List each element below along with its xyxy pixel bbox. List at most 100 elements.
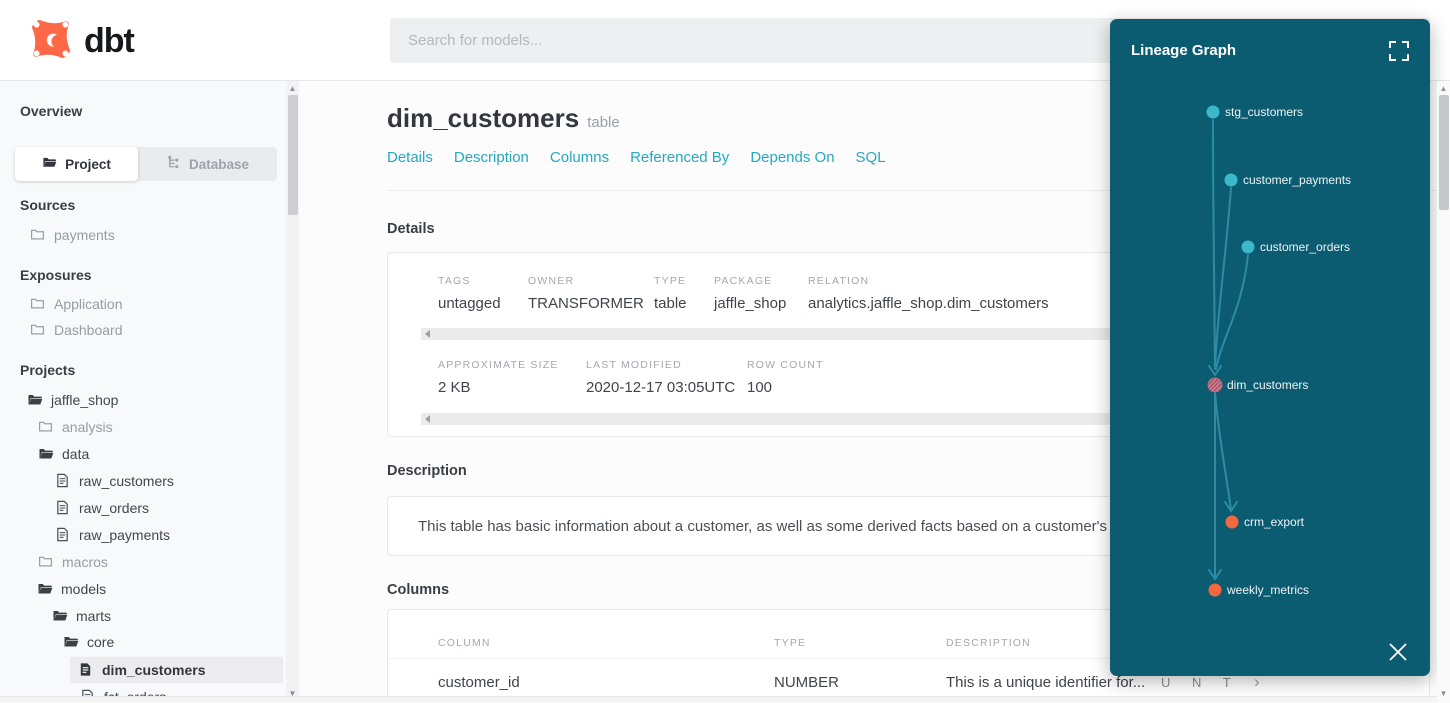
column-header: COLUMN — [438, 637, 491, 649]
scroll-left-icon[interactable] — [425, 330, 430, 338]
sources-heading: Sources — [20, 197, 75, 213]
sidebar: Overview Project Database Sources paymen… — [0, 81, 300, 703]
tab-database-label: Database — [189, 157, 249, 172]
field-label: RELATION — [808, 275, 1049, 287]
tab-description[interactable]: Description — [454, 149, 529, 166]
tree-item-analysis[interactable]: analysis — [38, 414, 113, 440]
tree-item-label: raw_orders — [79, 500, 149, 516]
tab-sql[interactable]: SQL — [856, 149, 886, 166]
tab-columns[interactable]: Columns — [550, 149, 609, 166]
folder-open-icon — [52, 608, 68, 624]
tree-item-label: marts — [76, 608, 111, 624]
node-dot-dim-customers — [1208, 378, 1222, 392]
tree-item-raw-payments[interactable]: raw_payments — [55, 522, 170, 548]
field-label: LAST MODIFIED — [586, 359, 735, 371]
page-scrollbar[interactable]: ▲ ▼ — [1437, 81, 1450, 703]
tree-item-jaffle-shop[interactable]: jaffle_shop — [27, 387, 118, 413]
tree-item-label: raw_payments — [79, 527, 170, 543]
field-label: OWNER — [528, 275, 644, 287]
folder-icon — [38, 554, 54, 570]
lineage-node-customer-payments[interactable]: customer_payments — [1243, 173, 1351, 187]
description-text: This table has basic information about a… — [418, 518, 1154, 535]
cell-description: This is a unique identifier for... — [946, 674, 1161, 691]
tab-referenced-by[interactable]: Referenced By — [630, 149, 729, 166]
tree-item-label: jaffle_shop — [51, 392, 118, 408]
page-scrollbar-thumb[interactable] — [1439, 95, 1449, 210]
details-heading: Details — [387, 221, 435, 237]
sidebar-scrollbar[interactable]: ▲ ▼ — [286, 81, 299, 703]
tree-item-label: models — [61, 581, 106, 597]
tree-item-core[interactable]: core — [63, 629, 114, 655]
field-label: TYPE — [654, 275, 687, 287]
projects-heading: Projects — [20, 362, 75, 378]
tree-item-label: data — [62, 446, 89, 462]
tree-item-label: raw_customers — [79, 473, 174, 489]
lineage-node-weekly-metrics[interactable]: weekly_metrics — [1227, 583, 1309, 597]
close-icon[interactable] — [1386, 640, 1410, 664]
tree-item-raw-orders[interactable]: raw_orders — [55, 495, 149, 521]
page-horizontal-scrollbar[interactable] — [0, 696, 1437, 703]
cell-tests: U N T — [1161, 675, 1240, 690]
tree-item-macros[interactable]: macros — [38, 549, 108, 575]
lineage-node-crm-export[interactable]: crm_export — [1244, 515, 1304, 529]
tree-item-raw-customers[interactable]: raw_customers — [55, 468, 174, 494]
cell-type: NUMBER — [774, 674, 839, 691]
tree-item-marts[interactable]: marts — [52, 603, 111, 629]
tree-item-label: core — [87, 634, 114, 650]
field-owner: OWNER TRANSFORMER — [528, 275, 644, 312]
field-label: ROW COUNT — [747, 359, 824, 371]
file-icon — [55, 500, 71, 516]
tab-database[interactable]: Database — [138, 147, 277, 181]
tree-item-dim-customers[interactable]: dim_customers — [78, 657, 205, 683]
folder-open-icon — [63, 634, 79, 650]
lineage-node-customer-orders[interactable]: customer_orders — [1260, 240, 1350, 254]
scroll-down-icon[interactable]: ▼ — [1437, 687, 1450, 700]
field-label: PACKAGE — [714, 275, 786, 287]
sidebar-item-payments[interactable]: payments — [30, 222, 115, 248]
dbt-logo[interactable]: dbt — [25, 13, 134, 70]
tree-item-models[interactable]: models — [37, 576, 106, 602]
field-tags: TAGS untagged — [438, 275, 501, 312]
tab-details[interactable]: Details — [387, 149, 433, 166]
sidebar-scrollbar-thumb[interactable] — [288, 95, 298, 215]
folder-open-icon — [38, 446, 54, 462]
node-dot-weekly-metrics — [1209, 584, 1222, 597]
tree-item-data[interactable]: data — [38, 441, 89, 467]
sidebar-item-label: Dashboard — [54, 322, 123, 338]
sidebar-item-dashboard[interactable]: Dashboard — [30, 317, 123, 343]
database-tree-icon — [166, 155, 181, 173]
page-title: dim_customerstable — [387, 103, 620, 134]
overview-link[interactable]: Overview — [20, 103, 82, 119]
tab-project-label: Project — [65, 157, 111, 172]
field-label: TAGS — [438, 275, 501, 287]
field-value: TRANSFORMER — [528, 295, 644, 312]
field-label: APPROXIMATE SIZE — [438, 359, 559, 371]
scroll-left-icon[interactable] — [425, 415, 430, 423]
field-value: 2020-12-17 03:05UTC — [586, 379, 735, 396]
folder-icon — [30, 227, 46, 243]
field-relation: RELATION analytics.jaffle_shop.dim_custo… — [808, 275, 1049, 312]
field-type: TYPE table — [654, 275, 687, 312]
folder-icon — [38, 419, 54, 435]
scroll-up-icon[interactable]: ▲ — [286, 82, 299, 95]
lineage-node-stg-customers[interactable]: stg_customers — [1225, 105, 1303, 119]
tab-project[interactable]: Project — [15, 147, 138, 181]
folder-icon — [42, 155, 57, 173]
lineage-node-dim-customers[interactable]: dim_customers — [1227, 378, 1308, 392]
sidebar-item-application[interactable]: Application — [30, 291, 123, 317]
field-last-modified: LAST MODIFIED 2020-12-17 03:05UTC — [586, 359, 735, 396]
tab-depends-on[interactable]: Depends On — [750, 149, 834, 166]
folder-icon — [30, 322, 46, 338]
dbt-logo-text: dbt — [84, 22, 134, 61]
folder-open-icon — [27, 392, 43, 408]
file-icon — [55, 473, 71, 489]
exposures-heading: Exposures — [20, 267, 92, 283]
column-header: TYPE — [774, 637, 806, 649]
model-name: dim_customers — [387, 103, 579, 133]
field-row-count: ROW COUNT 100 — [747, 359, 824, 396]
scroll-up-icon[interactable]: ▲ — [1437, 82, 1450, 95]
sidebar-item-label: Application — [54, 296, 123, 312]
view-switcher: Project Database — [15, 147, 277, 181]
field-value: table — [654, 295, 687, 312]
tree-item-label: dim_customers — [102, 662, 205, 678]
